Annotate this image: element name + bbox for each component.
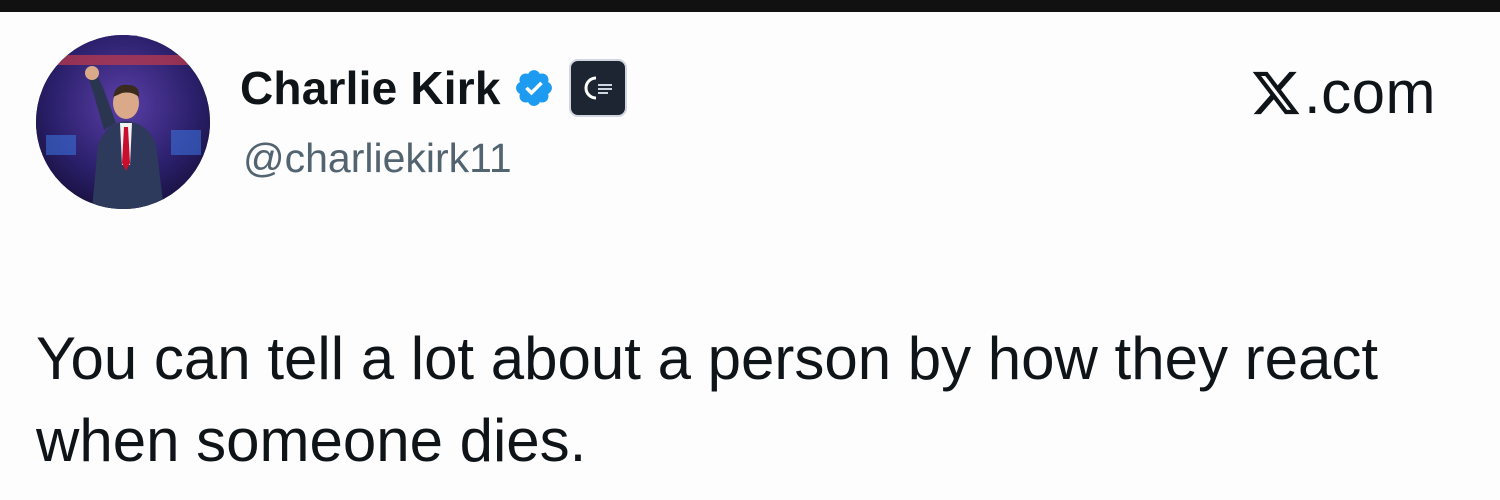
tweet-text: You can tell a lot about a person by how… (36, 325, 1379, 474)
site-domain-text: .com (1303, 59, 1436, 126)
avatar-photo (36, 35, 210, 209)
author-name-row: Charlie Kirk (240, 56, 627, 120)
tweet-card: Charlie Kirk @charliekirk11 .com You can… (0, 0, 1500, 500)
display-name[interactable]: Charlie Kirk (240, 61, 501, 115)
user-handle[interactable]: @charliekirk11 (243, 135, 512, 182)
top-border-bar (0, 0, 1500, 12)
site-label: .com (1250, 58, 1436, 127)
affiliate-logo-icon[interactable] (568, 59, 627, 117)
verified-badge-icon (513, 67, 555, 109)
x-logo-icon (1252, 71, 1300, 114)
avatar[interactable] (36, 35, 210, 209)
